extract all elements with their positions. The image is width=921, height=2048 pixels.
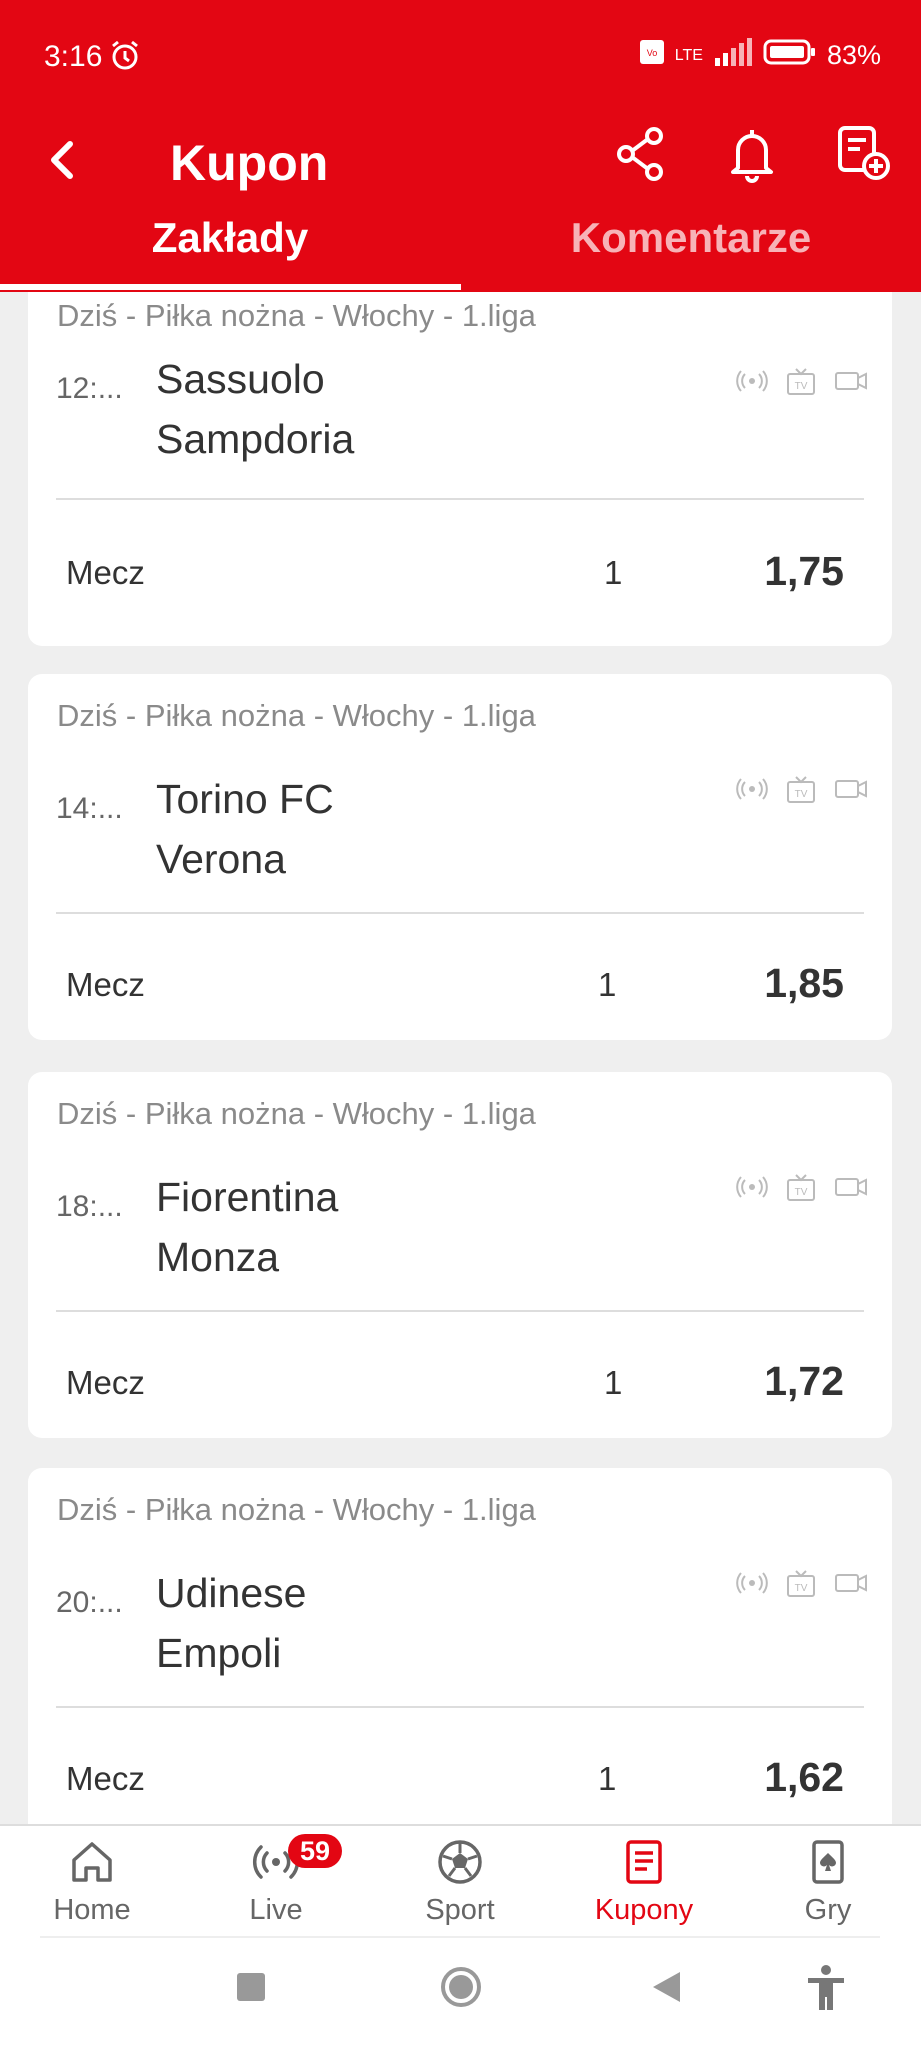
notifications-button[interactable]: [716, 118, 788, 190]
svg-text:TV: TV: [795, 381, 808, 392]
home-circle-icon[interactable]: [440, 1966, 482, 2008]
match-time: 12:...: [56, 372, 123, 405]
add-coupon-button[interactable]: [828, 118, 900, 190]
system-navigation-bar: [0, 1936, 921, 2048]
market-label: Mecz: [66, 1760, 145, 1797]
home-team: Udinese: [156, 1570, 307, 1616]
active-tab-indicator: [0, 284, 461, 290]
home-team: Torino FC: [156, 776, 334, 822]
market-label: Mecz: [66, 1364, 145, 1401]
app-header: Kupon Zakłady Komentarze: [0, 112, 921, 292]
home-team: Sassuolo: [156, 356, 325, 402]
video-camera-icon: [835, 1178, 867, 1196]
nav-live[interactable]: 59 Live: [184, 1834, 368, 1936]
tv-icon: TV: [787, 1570, 815, 1597]
away-team: Empoli: [156, 1630, 282, 1676]
live-broadcast-icon: [736, 1176, 768, 1198]
divider: [56, 1310, 864, 1312]
league-label: Dziś - Piłka nożna - Włochy - 1.liga: [57, 298, 536, 333]
nav-games[interactable]: Gry: [736, 1836, 920, 1936]
nav-sport-label: Sport: [425, 1894, 495, 1926]
market-label: Mecz: [66, 966, 145, 1003]
live-broadcast-icon: [736, 1572, 768, 1594]
playing-card-icon: [812, 1840, 844, 1884]
odds-value: 1,62: [764, 1754, 844, 1800]
share-button[interactable]: [604, 118, 676, 190]
nav-home[interactable]: Home: [0, 1836, 184, 1936]
market-label: Mecz: [66, 554, 145, 591]
svg-text:TV: TV: [795, 1187, 808, 1198]
video-camera-icon: [835, 372, 867, 390]
volte-icon: Vo: [639, 39, 665, 72]
svg-text:Vo: Vo: [647, 48, 658, 58]
bet-card[interactable]: Dziś - Piłka nożna - Włochy - 1.liga 14:…: [28, 674, 892, 1040]
pick-label: 1: [604, 554, 623, 591]
odds-value: 1,72: [764, 1358, 844, 1404]
status-time: 3:16: [44, 40, 103, 73]
chevron-left-icon: [51, 141, 73, 179]
odds-value: 1,75: [764, 548, 844, 594]
tv-icon: TV: [787, 1174, 815, 1201]
live-count-badge: 59: [288, 1834, 342, 1868]
bet-card[interactable]: Dziś - Piłka nożna - Włochy - 1.liga 18:…: [28, 1072, 892, 1438]
battery-icon: [763, 38, 817, 73]
bell-icon: [731, 130, 773, 183]
tv-icon: TV: [787, 368, 815, 395]
match-time: 18:...: [56, 1190, 123, 1223]
tab-comments[interactable]: Komentarze: [461, 214, 921, 284]
soccer-ball-icon: [438, 1840, 482, 1884]
bottom-navigation: Home 59 Live Sport Kupony Gry: [0, 1824, 921, 1936]
pick-label: 1: [604, 1364, 623, 1401]
divider: [56, 498, 864, 500]
league-label: Dziś - Piłka nożna - Włochy - 1.liga: [57, 698, 536, 733]
network-label: LTE: [674, 46, 703, 64]
nav-games-label: Gry: [804, 1894, 852, 1926]
battery-percent: 83%: [826, 40, 881, 70]
status-bar: 3:16 Vo LTE 83%: [0, 0, 921, 112]
coupon-icon: [626, 1840, 662, 1884]
back-triangle-icon[interactable]: [650, 1970, 682, 2004]
video-camera-icon: [835, 1574, 867, 1592]
bet-card[interactable]: Dziś - Piłka nożna - Włochy - 1.liga 20:…: [28, 1468, 892, 1824]
bet-card[interactable]: Dziś - Piłka nożna - Włochy - 1.liga 12:…: [28, 292, 892, 646]
divider: [40, 1936, 880, 1938]
live-broadcast-icon: [736, 778, 768, 800]
video-camera-icon: [835, 780, 867, 798]
home-icon: [72, 1842, 112, 1882]
nav-home-label: Home: [53, 1894, 131, 1926]
signal-icon: [713, 38, 753, 73]
pick-label: 1: [598, 966, 617, 1003]
divider: [56, 912, 864, 914]
pick-label: 1: [598, 1760, 617, 1797]
home-team: Fiorentina: [156, 1174, 339, 1220]
nav-live-label: Live: [249, 1894, 303, 1926]
away-team: Monza: [156, 1234, 280, 1280]
document-add-icon: [838, 126, 890, 180]
svg-text:TV: TV: [795, 789, 808, 800]
tv-icon: TV: [787, 776, 815, 803]
share-icon: [617, 127, 663, 181]
svg-text:TV: TV: [795, 1583, 808, 1594]
recent-apps-icon[interactable]: [236, 1972, 266, 2002]
alarm-icon: [108, 38, 142, 77]
match-time: 20:...: [56, 1586, 123, 1619]
nav-sport[interactable]: Sport: [368, 1836, 552, 1936]
away-team: Sampdoria: [156, 416, 355, 462]
divider: [56, 1706, 864, 1708]
nav-coupons-label: Kupony: [594, 1894, 694, 1926]
nav-coupons[interactable]: Kupony: [552, 1836, 736, 1936]
away-team: Verona: [156, 836, 286, 882]
league-label: Dziś - Piłka nożna - Włochy - 1.liga: [57, 1492, 536, 1527]
live-broadcast-icon: [736, 370, 768, 392]
league-label: Dziś - Piłka nożna - Włochy - 1.liga: [57, 1096, 536, 1131]
odds-value: 1,85: [764, 960, 844, 1006]
back-button[interactable]: [40, 130, 84, 190]
page-title: Kupon: [170, 135, 329, 191]
match-time: 14:...: [56, 792, 123, 825]
tab-bets[interactable]: Zakłady: [0, 214, 460, 284]
bets-list[interactable]: Dziś - Piłka nożna - Włochy - 1.liga 12:…: [0, 292, 921, 1824]
accessibility-icon[interactable]: [804, 1964, 848, 2012]
